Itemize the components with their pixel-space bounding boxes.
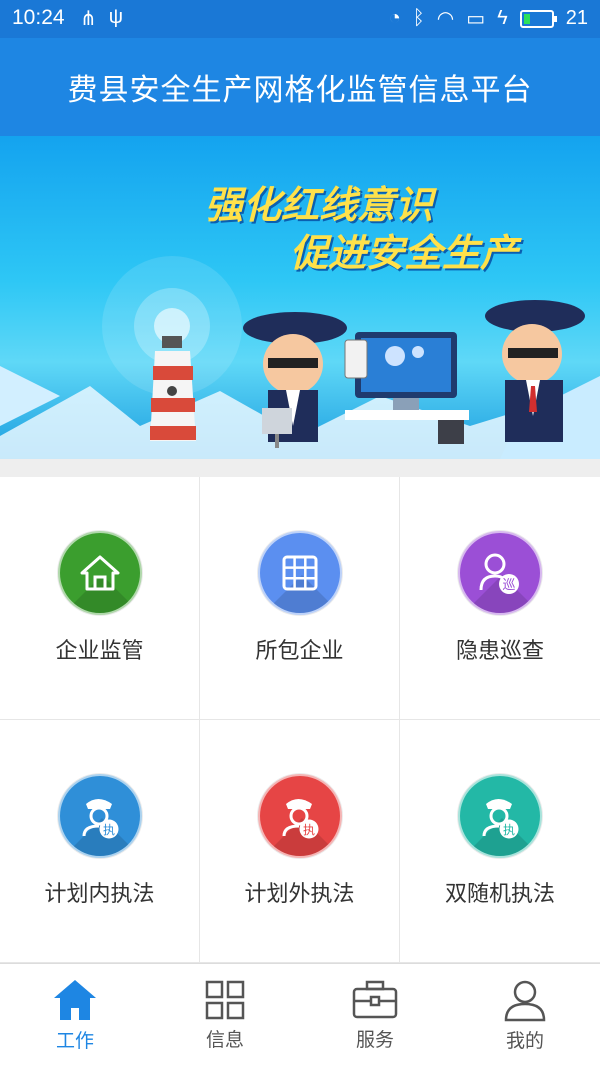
grid-item-label: 企业监管 <box>55 639 144 664</box>
grid-item-random-enforcement[interactable]: 执 双随机执法 <box>400 720 600 963</box>
house-icon <box>57 531 142 615</box>
grid-item-label: 双随机执法 <box>444 882 555 907</box>
screen-icon: ▭ <box>466 8 486 30</box>
tab-service[interactable]: 服务 <box>300 964 450 1067</box>
tab-info[interactable]: 信息 <box>150 964 300 1067</box>
bluetooth-icon: ᛒ <box>412 7 425 29</box>
tab-work[interactable]: 工作 <box>0 964 150 1067</box>
wifi-icon: ◠ <box>436 8 455 30</box>
tab-label: 信息 <box>205 1029 244 1051</box>
enforcement-badge: 执 <box>102 823 114 837</box>
tab-label: 工作 <box>55 1030 94 1052</box>
usb-icon: ψ <box>108 6 124 28</box>
home-icon <box>54 980 96 1020</box>
status-bar: 10:24 ⋔ ψ ◔ ᛒ ◠ ▭ ϟ 21 <box>0 0 600 38</box>
grid-item-unplanned-enforcement[interactable]: 执 计划外执法 <box>200 720 400 963</box>
page-title: 费县安全生产网格化监管信息平台 <box>67 73 533 108</box>
grid-item-assigned-enterprises[interactable]: 所包企业 <box>200 477 400 720</box>
grid-item-label: 计划内执法 <box>44 882 155 907</box>
enforcement-badge: 执 <box>302 823 314 837</box>
battery-percent: 21 <box>565 7 588 29</box>
patrol-person-icon: 巡 <box>458 531 542 615</box>
banner[interactable]: 强化红线意识 促进安全生产 <box>0 136 600 459</box>
battery-icon <box>519 9 557 28</box>
section-divider <box>0 459 600 477</box>
function-grid: 企业监管 所包企业 巡 隐患巡查 执 计划内执法 执 计划外执法 执 双随机执法 <box>0 477 600 963</box>
charging-icon: ϟ <box>497 7 508 29</box>
toolbox-icon <box>352 980 398 1019</box>
officer-icon: 执 <box>257 774 342 858</box>
banner-slogan-line2: 促进安全生产 <box>290 231 519 275</box>
nfc-icon: ◔ <box>388 7 401 29</box>
grid-item-label: 计划外执法 <box>244 882 355 907</box>
grid-item-enterprise-supervision[interactable]: 企业监管 <box>0 477 200 720</box>
status-time: 10:24 <box>12 6 65 29</box>
bottom-tab-bar: 工作 信息 服务 我的 <box>0 963 600 1067</box>
officer-icon: 执 <box>57 774 142 858</box>
grid-icon <box>257 531 342 615</box>
patrol-badge: 巡 <box>502 578 515 593</box>
usb-tether-icon: ⋔ <box>80 8 97 30</box>
enforcement-badge: 执 <box>503 823 515 837</box>
grid-item-label: 隐患巡查 <box>455 639 544 664</box>
person-icon <box>504 980 546 1022</box>
grid-item-label: 所包企业 <box>255 639 344 664</box>
grid-item-planned-enforcement[interactable]: 执 计划内执法 <box>0 720 200 963</box>
grid-item-hazard-patrol[interactable]: 巡 隐患巡查 <box>400 477 600 720</box>
tab-label: 我的 <box>505 1030 544 1052</box>
four-squares-icon <box>205 980 245 1020</box>
tab-label: 服务 <box>355 1029 394 1051</box>
tab-mine[interactable]: 我的 <box>450 964 600 1067</box>
battery-fill <box>523 13 531 24</box>
banner-slogan-line1: 强化红线意识 <box>205 183 434 227</box>
officer-icon: 执 <box>458 774 542 858</box>
app-header: 费县安全生产网格化监管信息平台 <box>0 38 600 136</box>
